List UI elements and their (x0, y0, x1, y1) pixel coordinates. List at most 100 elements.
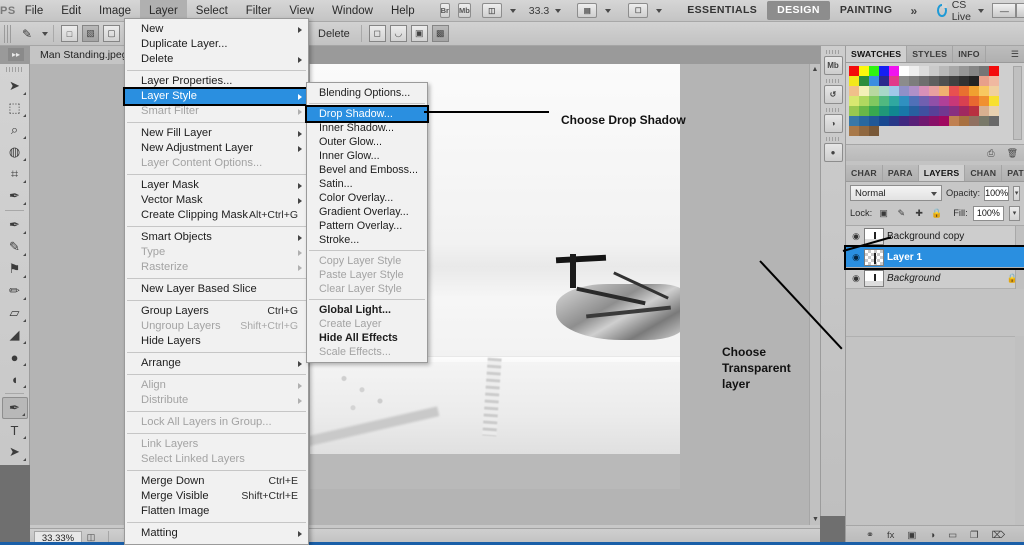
new-group-icon[interactable]: ▭ (948, 530, 957, 541)
color-swatch[interactable] (849, 116, 859, 126)
color-swatch[interactable] (939, 66, 949, 76)
expand-panels-icon[interactable]: ▸▸ (8, 48, 24, 61)
masks-icon[interactable]: ● (823, 143, 843, 162)
color-swatch[interactable] (899, 96, 909, 106)
path-selection-tool[interactable]: ➤ (2, 441, 28, 463)
color-swatch[interactable] (909, 86, 919, 96)
color-swatch[interactable] (879, 116, 889, 126)
adjustments-icon[interactable]: ◑ (823, 114, 843, 133)
color-swatch[interactable] (879, 76, 889, 86)
color-swatch[interactable] (979, 66, 989, 76)
color-swatch[interactable] (969, 66, 979, 76)
layer-menu-item[interactable]: New Layer Based Slice (125, 282, 308, 297)
new-layer-icon[interactable]: ❐ (970, 530, 979, 541)
color-swatch[interactable] (989, 106, 999, 116)
exclude-shape-icon[interactable]: ▩ (431, 25, 449, 42)
lock-transparent-pixels-icon[interactable]: ▣ (877, 207, 890, 220)
lock-all-icon[interactable]: 🔒 (930, 207, 943, 220)
lasso-tool[interactable]: ⌕ (2, 119, 28, 141)
menu-window[interactable]: Window (323, 0, 382, 22)
layer-style-menu-item[interactable]: Bevel and Emboss... (307, 163, 427, 177)
color-swatch[interactable] (919, 86, 929, 96)
color-swatch[interactable] (979, 96, 989, 106)
dodge-tool[interactable]: ◖ (2, 368, 28, 390)
color-swatch[interactable] (889, 116, 899, 126)
color-swatch[interactable] (859, 86, 869, 96)
color-swatch[interactable] (899, 76, 909, 86)
bridge-icon[interactable]: Br (439, 3, 450, 18)
mini-bridge-icon[interactable]: Mb (823, 56, 843, 75)
options-bar-grip[interactable] (4, 24, 11, 43)
color-swatch[interactable] (929, 106, 939, 116)
color-swatch[interactable] (989, 116, 999, 126)
layer-style-menu-item[interactable]: Drop Shadow... (305, 105, 429, 123)
color-swatch[interactable] (929, 76, 939, 86)
opacity-stepper[interactable]: ▾ (1013, 185, 1020, 201)
add-layer-mask-icon[interactable]: ▣ (907, 530, 916, 541)
clone-stamp-tool[interactable]: ⚑ (2, 258, 28, 280)
layer-menu-item[interactable]: Group Layers Ctrl+G (125, 304, 308, 319)
color-swatch[interactable] (939, 86, 949, 96)
delete-swatch-icon[interactable]: 🗑 (1007, 148, 1018, 159)
arrange-documents-dropdown[interactable]: ▤ (573, 3, 612, 18)
layer-row[interactable]: ◉ Background copy (846, 226, 1024, 247)
layer-menu-item[interactable]: Create Clipping Mask Alt+Ctrl+G (125, 208, 308, 223)
layer-style-menu-item[interactable]: Blending Options... (307, 86, 427, 100)
layer-style-submenu[interactable]: Blending Options... Drop Shadow... Inner S… (305, 82, 429, 363)
chevron-down-icon-zoom[interactable] (555, 8, 562, 13)
color-swatch[interactable] (869, 86, 879, 96)
color-swatch[interactable] (869, 96, 879, 106)
scroll-up-icon[interactable]: ▲ (810, 64, 820, 75)
color-swatch[interactable] (979, 76, 989, 86)
color-swatch[interactable] (859, 106, 869, 116)
color-swatch[interactable] (939, 116, 949, 126)
color-swatch[interactable] (849, 96, 859, 106)
color-swatch[interactable] (889, 96, 899, 106)
layer-style-menu-item[interactable]: Inner Glow... (307, 149, 427, 163)
history-brush-tool[interactable]: ✏ (2, 280, 28, 302)
pen-tool[interactable]: ✒ (1, 397, 28, 419)
color-swatch[interactable] (949, 86, 959, 96)
dock-strip-grip[interactable] (826, 50, 840, 54)
add-to-shape-icon[interactable]: ◻ (368, 25, 386, 42)
layer-menu-item[interactable]: Layer Style (123, 87, 310, 106)
color-swatch[interactable] (949, 116, 959, 126)
color-swatch[interactable] (869, 116, 879, 126)
mini-bridge-icon[interactable]: Mb (457, 3, 471, 18)
paint-bucket-tool[interactable]: ◢ (2, 324, 28, 346)
color-swatch[interactable] (899, 66, 909, 76)
fill-input[interactable]: 100% (972, 205, 1005, 221)
color-swatch[interactable] (959, 66, 969, 76)
color-swatch[interactable] (879, 106, 889, 116)
eye-icon[interactable]: ◉ (848, 273, 864, 284)
color-swatch[interactable] (889, 66, 899, 76)
color-swatch[interactable] (869, 126, 879, 136)
color-swatch[interactable] (849, 66, 859, 76)
layer-menu-item[interactable]: Matting (125, 526, 308, 541)
new-swatch-icon[interactable]: ⎙ (987, 148, 994, 159)
color-swatch[interactable] (959, 106, 969, 116)
blur-tool[interactable]: ● (2, 346, 28, 368)
layer-menu-item[interactable]: Flatten Image (125, 504, 308, 519)
layer-menu-item[interactable]: Delete (125, 52, 308, 67)
swatches-grid[interactable] (846, 63, 1024, 144)
color-swatch[interactable] (939, 76, 949, 86)
layer-menu-item[interactable]: Duplicate Layer... (125, 37, 308, 52)
color-swatch[interactable] (899, 106, 909, 116)
layer-menu-item[interactable]: Arrange (125, 356, 308, 371)
shape-layers-icon[interactable]: □ (61, 25, 78, 42)
layer-style-menu-item[interactable]: Hide All Effects (307, 331, 427, 345)
menu-help[interactable]: Help (382, 0, 424, 22)
intersect-shape-icon[interactable]: ▣ (410, 25, 428, 42)
color-swatch[interactable] (939, 96, 949, 106)
color-swatch[interactable] (979, 86, 989, 96)
cs-live-button[interactable]: CS Live (937, 0, 985, 23)
fill-stepper[interactable]: ▾ (1009, 205, 1020, 221)
workspace-tab-essentials[interactable]: ESSENTIALS (677, 1, 767, 20)
color-swatch[interactable] (959, 96, 969, 106)
canvas-vertical-scrollbar[interactable]: ▲ ▼ (809, 64, 820, 525)
eraser-tool[interactable]: ▱ (2, 302, 28, 324)
blend-mode-select[interactable]: Normal (850, 185, 942, 201)
tab-char[interactable]: CHAR (846, 165, 883, 181)
layer-style-menu-item[interactable]: Global Light... (307, 303, 427, 317)
